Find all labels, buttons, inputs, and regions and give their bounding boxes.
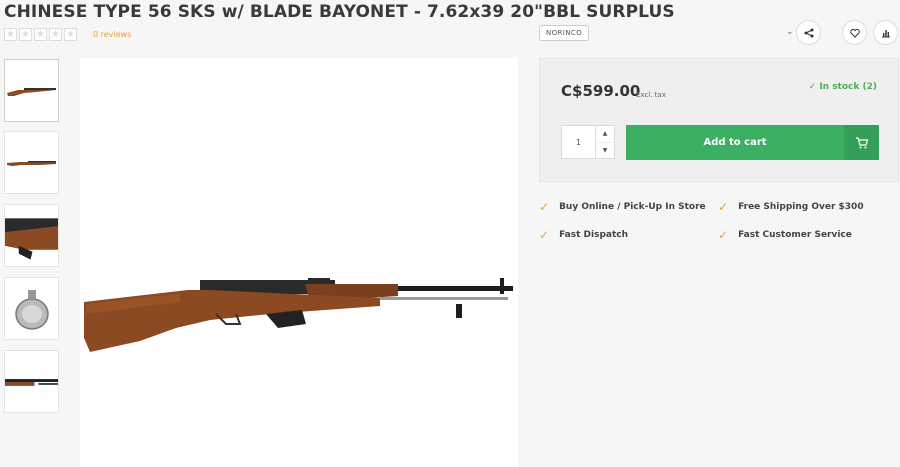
price: C$599.00 [561, 82, 641, 100]
check-icon: ✓ [718, 200, 729, 214]
quantity-decrease-button[interactable]: ▼ [596, 143, 614, 159]
quantity-stepper[interactable]: 1 ▲ ▼ [561, 125, 615, 159]
usp-label: Fast Customer Service [738, 230, 852, 240]
star-icon[interactable]: ★ [34, 28, 47, 41]
purchase-box: C$599.00 Excl. tax ✓ In stock (2) 1 ▲ ▼ … [539, 58, 899, 182]
tax-note: Excl. tax [636, 91, 666, 99]
star-icon[interactable]: ★ [64, 28, 77, 41]
check-icon: ✓ [808, 82, 817, 92]
share-button[interactable] [796, 20, 821, 45]
thumbnail-4[interactable] [4, 277, 59, 340]
usp-item: ✓ Fast Customer Service [718, 229, 852, 241]
usp-label: Free Shipping Over $300 [738, 202, 864, 212]
thumbnail-2[interactable] [4, 131, 59, 194]
compare-button[interactable] [873, 20, 898, 45]
usp-item: ✓ Free Shipping Over $300 [718, 201, 864, 213]
usp-label: Buy Online / Pick-Up In Store [559, 202, 706, 212]
rifle-thumbnail-image [6, 87, 56, 96]
receiver-closeup-thumbnail-image [5, 217, 58, 260]
check-icon: ✓ [539, 200, 550, 214]
star-icon[interactable]: ★ [49, 28, 62, 41]
main-product-image[interactable] [80, 58, 518, 467]
bar-chart-icon [881, 29, 890, 37]
usp-label: Fast Dispatch [559, 230, 629, 240]
cart-icon [855, 136, 868, 148]
stock-status-label: In stock (2) [819, 82, 877, 92]
stock-status: ✓ In stock (2) [809, 82, 877, 92]
check-icon: ✓ [718, 228, 729, 242]
usp-item: ✓ Buy Online / Pick-Up In Store [539, 201, 706, 213]
star-icon[interactable]: ★ [4, 28, 17, 41]
sks-rifle-image [84, 278, 513, 352]
quantity-increase-button[interactable]: ▲ [596, 126, 614, 143]
rating-stars[interactable]: ★ ★ ★ ★ ★ [4, 28, 77, 41]
rifle-muzzle-thumbnail-image [5, 378, 58, 386]
oil-bottle-thumbnail-image [14, 289, 49, 330]
share-icon [804, 28, 813, 37]
thumbnail-5[interactable] [4, 350, 59, 413]
product-title: CHINESE TYPE 56 SKS w/ BLADE BAYONET - 7… [4, 2, 675, 22]
quantity-input[interactable]: 1 [562, 126, 596, 158]
thumbnail-3[interactable] [4, 204, 59, 267]
check-icon: ✓ [539, 228, 550, 242]
star-icon[interactable]: ★ [19, 28, 32, 41]
reviews-link[interactable]: 0 reviews [93, 30, 131, 39]
cart-icon-button[interactable] [844, 125, 879, 160]
thumbnail-1[interactable] [4, 59, 59, 122]
add-to-cart-label: Add to cart [703, 137, 767, 148]
brand-badge[interactable]: NORINCO [539, 25, 590, 41]
wishlist-button[interactable] [842, 20, 867, 45]
chevron-down-icon[interactable]: ⌄ [786, 27, 794, 37]
heart-icon [849, 28, 860, 38]
add-to-cart-button[interactable]: Add to cart [626, 125, 879, 160]
usp-item: ✓ Fast Dispatch [539, 229, 628, 241]
rifle-side-thumbnail-image [6, 160, 56, 166]
